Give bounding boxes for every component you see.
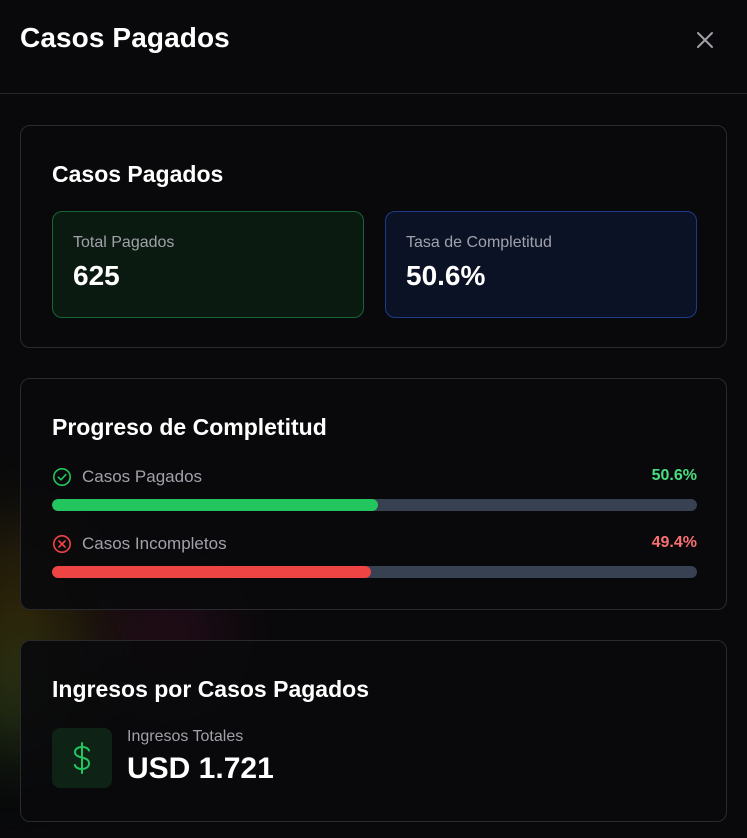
income-card-title: Ingresos por Casos Pagados: [52, 676, 369, 702]
dollar-icon: [73, 742, 91, 774]
progress-card-title: Progreso de Completitud: [52, 414, 327, 440]
progress-label-incomplete: Casos Incompletos: [82, 534, 227, 553]
total-paid-label: Total Pagados: [73, 234, 175, 251]
income-card: Ingresos por Casos Pagados Ingresos Tota…: [20, 640, 727, 822]
progress-pct-incomplete: 49.4%: [651, 534, 697, 551]
income-icon-box: [52, 728, 112, 788]
completion-rate-box: Tasa de Completitud 50.6%: [385, 211, 697, 318]
close-button[interactable]: [693, 28, 717, 52]
total-paid-box: Total Pagados 625: [52, 211, 364, 318]
check-circle-icon: [53, 468, 71, 486]
summary-card: Casos Pagados Total Pagados 625 Tasa de …: [20, 125, 727, 348]
modal-title: Casos Pagados: [20, 22, 230, 53]
progress-fill-incomplete: [52, 566, 371, 578]
summary-card-title: Casos Pagados: [52, 161, 224, 187]
progress-pct-paid: 50.6%: [651, 467, 697, 484]
progress-row-paid: Casos Pagados 50.6%: [52, 466, 697, 486]
completion-rate-value: 50.6%: [406, 260, 486, 291]
progress-label-paid: Casos Pagados: [82, 467, 203, 486]
completion-rate-label: Tasa de Completitud: [406, 234, 552, 251]
paid-cases-modal: Casos Pagados Casos Pagados Total Pagado…: [0, 0, 747, 838]
total-paid-value: 625: [73, 260, 120, 291]
modal-header: Casos Pagados: [0, 0, 747, 94]
income-value: USD 1.721: [127, 752, 274, 785]
progress-bar-paid: [52, 499, 697, 511]
close-icon: [697, 32, 713, 48]
progress-card: Progreso de Completitud Casos Pagados 50…: [20, 378, 727, 610]
progress-row-incomplete: Casos Incompletos 49.4%: [52, 533, 697, 553]
income-label: Ingresos Totales: [127, 728, 244, 745]
progress-fill-paid: [52, 499, 379, 511]
progress-bar-incomplete: [52, 566, 697, 578]
x-circle-icon: [53, 535, 71, 553]
